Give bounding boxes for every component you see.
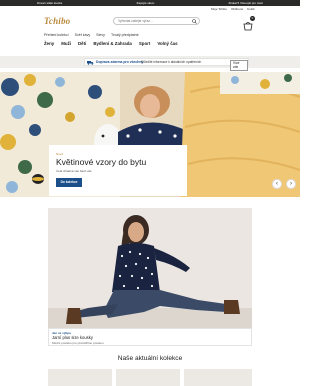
secondary-nav: Přehled kolekcí Svět kávy Slevy Trvalý p… [44, 33, 139, 37]
feature-caption[interactable]: Jen ve výbpu Jarní plus size kousky Módn… [48, 328, 252, 346]
truck-icon [87, 61, 94, 65]
nav-home-garden[interactable]: Bydlení & Zahrada [93, 41, 132, 46]
nav-men[interactable]: Muži [61, 41, 71, 46]
model-image [48, 208, 252, 328]
nav-women[interactable]: Ženy [44, 41, 54, 46]
subnav-subscription[interactable]: Trvalý předplatné [111, 33, 139, 37]
subnav-overview[interactable]: Přehled kolekcí [44, 33, 69, 37]
wishlist-link[interactable]: Oblíbené [231, 7, 243, 11]
search-icon[interactable] [192, 18, 197, 24]
main-nav: Ženy Muži Děti Bydlení & Zahrada Sport V… [44, 41, 178, 46]
cart-count-badge: 0 [250, 16, 255, 21]
search-box[interactable] [113, 17, 200, 25]
cart-link[interactable]: Košík [247, 7, 255, 11]
topbar-item-1[interactable]: Dnes1 stálé stocks [37, 1, 62, 5]
shopping-bag-icon [243, 22, 253, 31]
carousel-prev-button[interactable]: ‹ [272, 179, 282, 189]
topbar-item-3[interactable]: Získat 5 Vstoupit pro ciaci [229, 1, 263, 5]
nav-sport[interactable]: Sport [139, 41, 150, 46]
collection-card[interactable] [48, 369, 112, 386]
nav-kids[interactable]: Děti [78, 41, 86, 46]
more-info-button[interactable]: Více zde [230, 59, 248, 71]
info-text: Důležité informace k aktuálních opatření… [141, 60, 202, 64]
hero-eyebrow: Nové [56, 152, 64, 156]
tchibo-logo[interactable]: Tchibo [44, 16, 70, 26]
service-links: Moje Tchibo Oblíbené Košík [211, 7, 255, 11]
feature-teaser[interactable] [48, 208, 252, 328]
subnav-sale[interactable]: Slevy [96, 33, 105, 37]
hero-subtext: Celá chladná vás bavit vás [56, 169, 92, 173]
promo-bar: Doprava zdarma pro všechny Důležité info… [0, 56, 300, 71]
collections-heading: Naše aktuální kolekce [117, 355, 183, 362]
topbar-item-2[interactable]: Zapojte slevu [136, 1, 154, 5]
hero-card: Nové Květinové vzory do bytu Celá chladn… [49, 145, 187, 196]
promo-box: Doprava zdarma pro všechny Důležité info… [84, 58, 249, 71]
hero-banner[interactable]: Nové Květinové vzory do bytu Celá chladn… [0, 72, 300, 197]
hero-headline: Květinové vzory do bytu [56, 157, 147, 167]
subnav-coffee[interactable]: Svět kávy [75, 33, 91, 37]
cart-button[interactable]: 0 [243, 16, 255, 31]
search-input[interactable] [118, 18, 188, 24]
free-shipping-text: Doprava zdarma pro všechny [96, 60, 144, 64]
collection-card[interactable] [184, 369, 252, 386]
account-link[interactable]: Moje Tchibo [211, 7, 227, 11]
hero-cta-button[interactable]: Do kolekce [56, 178, 82, 187]
nav-leisure[interactable]: Volný čas [157, 41, 177, 46]
carousel-next-button[interactable]: › [286, 179, 296, 189]
collection-card[interactable] [116, 369, 180, 386]
site-header: Tchibo Moje Tchibo Oblíbené Košík 0 [0, 6, 300, 32]
feature-subtitle: Módní postavu pro plnoštíhlou postavu [52, 341, 104, 345]
feature-title: Jarní plus size kousky [52, 335, 93, 340]
